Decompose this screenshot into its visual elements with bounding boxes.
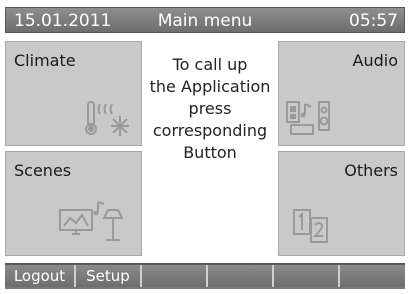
speaker-music-icon [286,101,330,135]
setup-button[interactable]: Setup [76,265,142,287]
others-button[interactable]: Others [278,151,405,256]
instruction-line: To call up [172,55,248,74]
logout-button[interactable]: Logout [5,265,76,287]
scenes-button[interactable]: Scenes [5,151,142,256]
screen-lamp-scene-icon [59,201,124,241]
audio-button[interactable]: Audio [278,41,405,146]
instruction-line: the Application [149,77,271,96]
scenes-label: Scenes [14,161,72,180]
audio-label: Audio [352,51,398,70]
pages-1-2-icon [293,209,328,243]
thermometer-heat-snowflake-icon [85,101,129,136]
instruction-line: press [188,99,232,118]
status-time: 05:57 [349,11,398,31]
climate-label: Climate [14,51,76,70]
softkey-4[interactable] [208,265,274,287]
others-label: Others [344,161,398,180]
page-title: Main menu [157,11,253,31]
softkey-bar: Logout Setup [5,263,405,289]
softkey-5[interactable] [274,265,340,287]
instruction-line: Button [183,143,237,162]
instruction-message: To call up the Application press corresp… [143,54,277,164]
status-bar: 15.01.2011 Main menu 05:57 [5,7,405,33]
instruction-line: corresponding [152,121,268,140]
softkey-3[interactable] [142,265,208,287]
softkey-6[interactable] [340,265,405,287]
climate-button[interactable]: Climate [5,41,142,146]
